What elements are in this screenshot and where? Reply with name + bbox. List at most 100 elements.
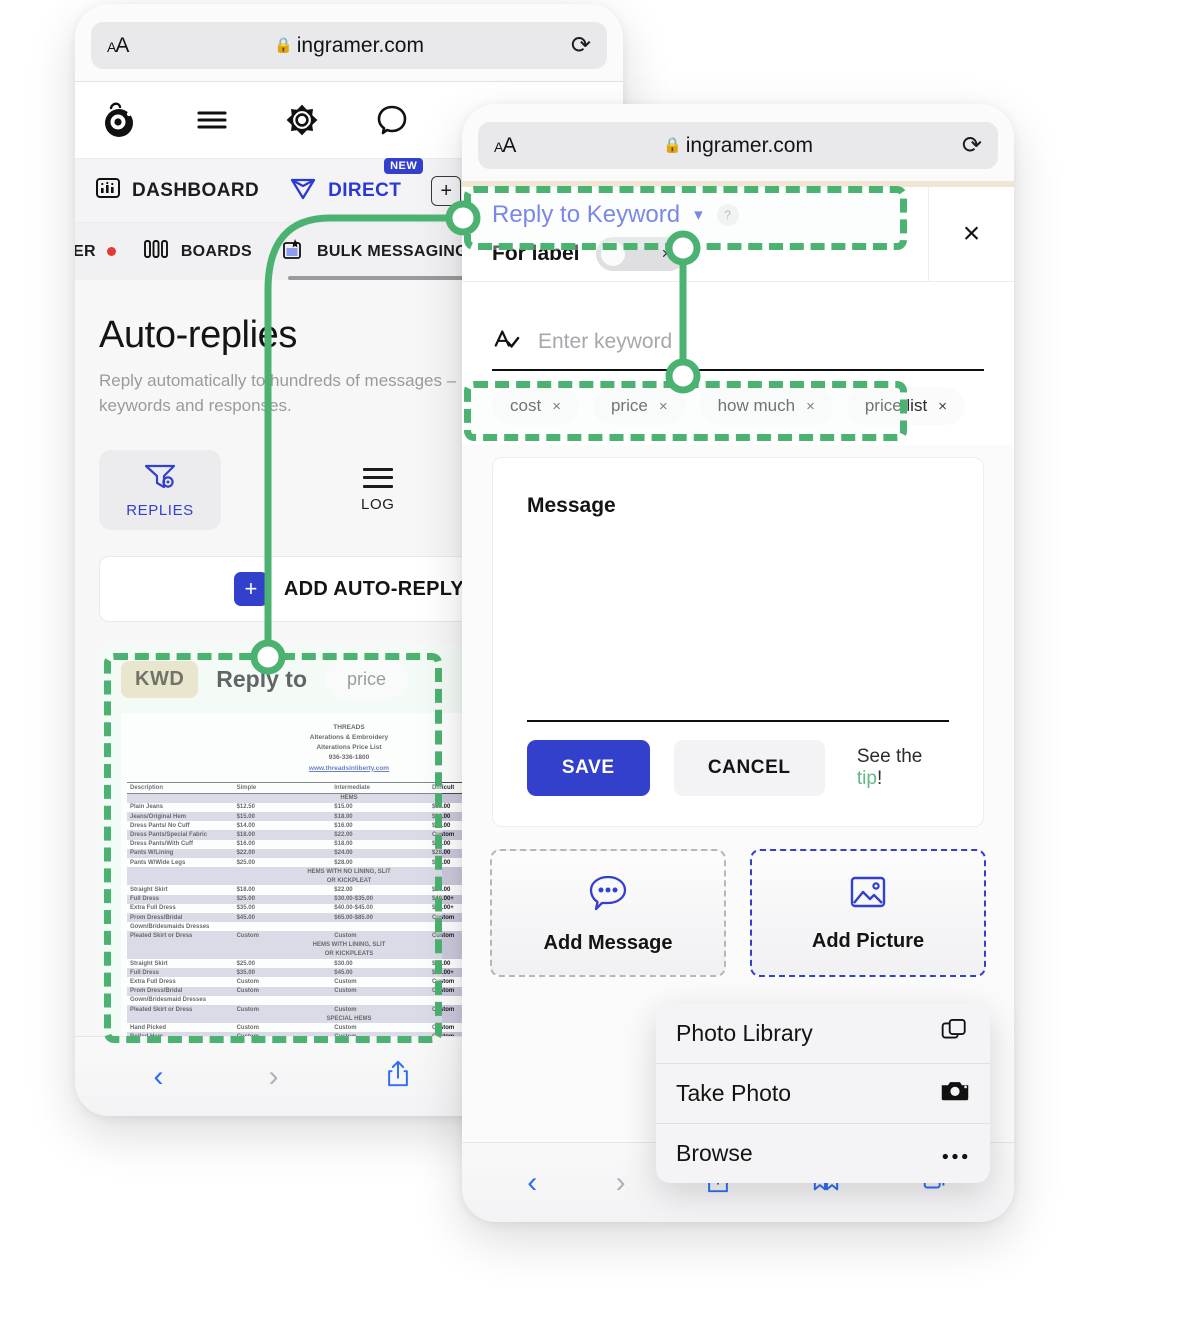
dashboard-icon [95, 175, 121, 206]
price-list-cell: Dress Pants/ No Cuff [130, 822, 190, 829]
price-list-cell: Extra Full Dress [130, 905, 176, 912]
price-list-website[interactable]: www.threadsinliberty.com [309, 765, 389, 772]
menu-icon[interactable] [193, 101, 231, 139]
price-list-cell [331, 922, 429, 931]
help-icon[interactable]: ? [716, 204, 739, 226]
tab-er-partial[interactable]: ER [75, 243, 116, 261]
boards-icon [142, 237, 170, 266]
ingramer-logo-icon[interactable] [99, 99, 141, 141]
keyword-chip-label: price list [864, 396, 928, 415]
price-list-cell: Custom [331, 986, 429, 996]
attachment-row: Add Message Add Picture [462, 827, 1014, 977]
tab-dashboard[interactable]: DASHBOARD [95, 175, 259, 206]
action-take-photo-label: Take Photo [676, 1080, 792, 1106]
right-url-label: ingramer.com [685, 133, 813, 157]
keyword-chip-remove-icon[interactable]: × [552, 398, 561, 415]
tab-dashboard-label: DASHBOARD [132, 179, 260, 201]
price-list-cell: Custom [334, 978, 357, 985]
price-list-cell: Custom [236, 1024, 259, 1031]
add-message-button[interactable]: Add Message [490, 849, 726, 977]
price-list-cell: $22.00 [334, 887, 353, 894]
hamburger-icon [362, 467, 393, 488]
forward-icon[interactable]: › [269, 1061, 279, 1092]
keyword-chip-remove-icon[interactable]: × [659, 398, 668, 415]
gear-icon[interactable] [283, 101, 321, 139]
keyword-chip[interactable]: cost × [492, 387, 579, 425]
modal-type-selector[interactable]: Reply to Keyword ▾ ? [492, 201, 928, 229]
text-size-button[interactable]: AA [107, 34, 129, 58]
back-icon[interactable]: ‹ [527, 1167, 537, 1198]
price-list-col-3: Intermediate [331, 781, 429, 794]
price-list-cell: $15.00 [233, 811, 332, 822]
tip-link[interactable]: tip [857, 768, 877, 789]
forward-icon[interactable]: › [616, 1167, 626, 1198]
tip-suffix: ! [876, 768, 883, 789]
save-button[interactable]: SAVE [527, 740, 650, 796]
price-list-cell: $30.00 [334, 960, 353, 967]
tab-direct-new-badge: NEW [384, 158, 424, 174]
keyword-chip[interactable]: price × [592, 387, 686, 425]
chat-bubble-dots-icon [586, 871, 630, 918]
keyword-section: Enter keyword cost × price × how much × price … [462, 282, 1014, 445]
action-browse[interactable]: Browse [656, 1124, 990, 1183]
lock-icon: 🔒 [274, 36, 293, 54]
keyword-input-row[interactable]: Enter keyword [492, 326, 984, 369]
message-divider [527, 720, 949, 722]
price-list-cell: Custom [233, 931, 332, 941]
price-list-cell: $65.00-$85.00 [331, 913, 429, 923]
keyword-chip[interactable]: price list × [846, 387, 965, 425]
keyword-chip-remove-icon[interactable]: × [806, 398, 815, 415]
price-list-cell: Custom [233, 986, 332, 996]
for-label-toggle[interactable]: × [595, 237, 686, 271]
price-list-cell: Jeans/Original Hem [127, 811, 234, 822]
price-list-cell: $45.00 [233, 913, 332, 923]
price-list-cell: $16.00 [334, 822, 353, 829]
price-list-cell: Pants W/Wide Legs [130, 859, 186, 866]
action-take-photo[interactable]: Take Photo [656, 1064, 990, 1123]
price-list-cell: Dress Pants/With Cuff [130, 841, 193, 848]
toggle-clear-icon[interactable]: × [662, 244, 672, 264]
modal-header-left: Reply to Keyword ▾ ? For label × [462, 187, 928, 281]
price-list-cell: $16.00 [236, 841, 255, 848]
search-icon[interactable] [373, 101, 411, 139]
action-photo-library[interactable]: Photo Library [656, 1004, 990, 1063]
keyword-input[interactable]: Enter keyword [538, 330, 672, 354]
price-list-cell [234, 996, 332, 1005]
sidebar-item-replies-label: REPLIES [126, 502, 194, 520]
cancel-button[interactable]: CANCEL [673, 740, 825, 796]
tab-direct[interactable]: DIRECT NEW [289, 158, 424, 206]
reload-icon[interactable]: ⟳ [962, 133, 982, 158]
chevron-down-icon[interactable]: ▾ [694, 205, 703, 225]
sidebar-item-log[interactable]: LOG [361, 467, 395, 513]
price-list-cell: $45.00 [331, 968, 429, 978]
text-size-button[interactable]: AA [494, 134, 516, 158]
tab-bulk-messaging-label: BULK MESSAGING [316, 242, 468, 260]
add-picture-button[interactable]: Add Picture [750, 849, 986, 977]
price-list-cell: $18.00 [236, 887, 255, 894]
add-tab-button[interactable]: + [431, 175, 462, 206]
left-browser-urlbar: AA 🔒 ingramer.com ⟳ [75, 4, 623, 81]
keyword-chip[interactable]: how much × [699, 387, 833, 425]
filter-gear-icon [143, 461, 177, 496]
price-list-cell: Dress Pants/Special Fabric [127, 830, 234, 840]
for-label-text: For label [492, 242, 580, 265]
reload-icon[interactable]: ⟳ [571, 33, 591, 58]
share-icon[interactable] [384, 1059, 412, 1095]
back-icon[interactable]: ‹ [154, 1061, 164, 1092]
price-list-cell: $18.00 [331, 811, 429, 822]
price-list-cell: Custom [334, 1024, 357, 1031]
photo-action-sheet: Photo Library Take Photo Browse [656, 1004, 990, 1183]
auto-reply-card-keyword-chip[interactable]: price [325, 660, 409, 700]
close-icon[interactable]: × [928, 187, 1014, 281]
camera-icon [940, 1078, 970, 1109]
sidebar-item-log-label: LOG [361, 495, 395, 513]
keyword-chip-label: how much [717, 396, 796, 415]
tab-boards[interactable]: BOARDS [142, 237, 252, 266]
left-url-text: 🔒 ingramer.com [91, 34, 607, 58]
right-address-bar[interactable]: AA 🔒 ingramer.com ⟳ [478, 122, 998, 169]
price-list-col-2: Simple [233, 781, 332, 794]
keyword-chip-remove-icon[interactable]: × [938, 398, 947, 415]
left-address-bar[interactable]: AA 🔒 ingramer.com ⟳ [91, 22, 607, 69]
tab-bulk-messaging[interactable]: BULK MESSAGING [278, 236, 468, 267]
sidebar-item-replies[interactable]: REPLIES [99, 450, 221, 531]
